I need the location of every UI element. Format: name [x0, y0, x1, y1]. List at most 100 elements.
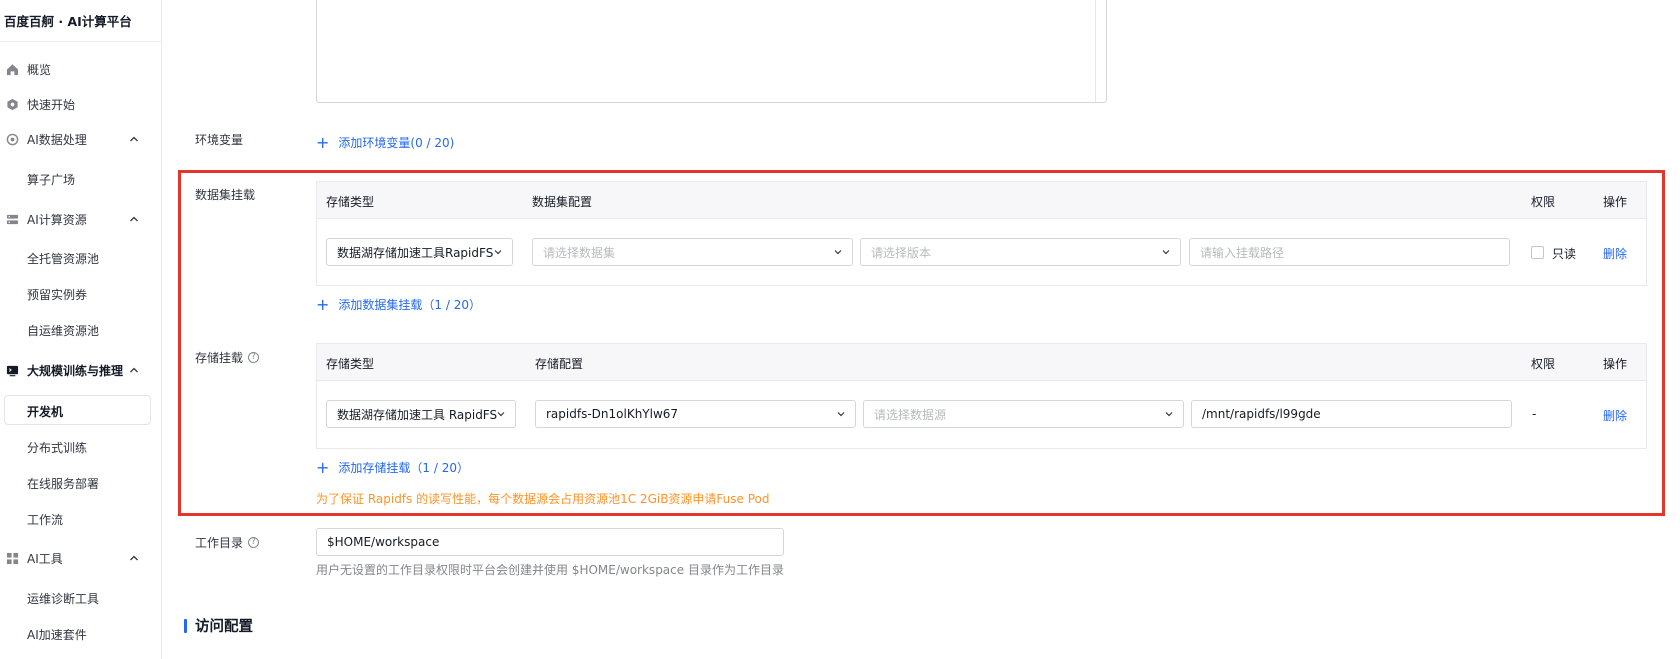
sidebar-item-label: 开发机: [27, 405, 64, 419]
terminal-icon: [5, 363, 19, 377]
chevron-up-icon: [130, 555, 138, 561]
add-storage-mount-label: 添加存储挂载（1 / 20）: [338, 461, 469, 475]
sidebar-group-ai-tools[interactable]: AI工具: [0, 543, 162, 573]
sidebar-group-ai-data[interactable]: AI数据处理: [0, 124, 162, 154]
sidebar-item-overview[interactable]: 概览: [0, 54, 162, 84]
app-title: 百度百舸 · AI计算平台: [4, 14, 132, 29]
sidebar-item-managed-pool[interactable]: 全托管资源池: [0, 243, 162, 273]
column-header: 操作: [1603, 195, 1628, 209]
section-marker: [184, 618, 187, 633]
sidebar-group-large-scale[interactable]: 大规模训练与推理: [0, 355, 162, 385]
delete-storage-button[interactable]: 删除: [1603, 407, 1627, 424]
add-env-label: 添加环境变量(0 / 20): [338, 136, 455, 150]
version-select[interactable]: 请选择版本: [860, 238, 1181, 266]
sidebar-item-label: 快速开始: [27, 98, 76, 112]
input-value: /mnt/rapidfs/l99gde: [1202, 407, 1321, 421]
column-header: 存储类型: [326, 195, 375, 209]
workdir-hint: 用户无设置的工作目录权限时平台会创建并使用 $HOME/workspace 目录…: [316, 563, 784, 577]
sidebar-item-label: 运维诊断工具: [27, 592, 100, 606]
storage-mount-label: 存储挂载 ?: [195, 349, 260, 366]
sidebar-item-label: 预留实例券: [27, 288, 88, 302]
command-textarea[interactable]: [316, 0, 1107, 103]
sidebar-item-label: 工作流: [27, 513, 64, 527]
sidebar-item-label: 算子广场: [27, 173, 76, 187]
rocket-icon: [5, 97, 19, 111]
rapidfs-warning: 为了保证 Rapidfs 的读写性能，每个数据源会占用资源池1C 2GiB资源申…: [316, 492, 770, 506]
add-storage-mount-button[interactable]: + 添加存储挂载（1 / 20）: [316, 459, 469, 476]
access-config-section: 访问配置: [184, 615, 253, 636]
column-header: 数据集配置: [532, 195, 593, 209]
storage-mount-table: 存储类型 存储配置 权限 操作 数据湖存储加速工具 RapidFS rapidf…: [316, 343, 1647, 449]
data-source-select[interactable]: 请选择数据源: [863, 400, 1184, 428]
chevron-down-icon: [1165, 412, 1173, 417]
column-header: 存储配置: [535, 357, 584, 371]
select-placeholder: 请选择版本: [871, 245, 932, 260]
divider: [0, 41, 162, 42]
sidebar-item-reserved-voucher[interactable]: 预留实例券: [0, 279, 162, 309]
input-value: $HOME/workspace: [327, 535, 440, 549]
add-dataset-mount-label: 添加数据集挂载（1 / 20）: [338, 298, 481, 312]
sidebar-item-label: 自运维资源池: [27, 324, 100, 338]
textarea-scrollbar[interactable]: [1095, 0, 1096, 102]
sidebar-item-quickstart[interactable]: 快速开始: [0, 89, 162, 119]
input-placeholder: 请输入挂载路径: [1200, 245, 1285, 260]
workdir-input[interactable]: $HOME/workspace: [316, 528, 784, 556]
dataset-mount-table: 存储类型 数据集配置 权限 操作 数据湖存储加速工具RapidFS 请选择数据集…: [316, 181, 1647, 286]
dataset-select[interactable]: 请选择数据集: [532, 238, 853, 266]
chevron-up-icon: [130, 367, 138, 373]
chevron-up-icon: [130, 216, 138, 222]
column-header: 操作: [1603, 357, 1628, 371]
select-value: rapidfs-Dn1olKhYlw67: [546, 407, 679, 421]
sidebar-item-self-managed-pool[interactable]: 自运维资源池: [0, 315, 162, 345]
sidebar-item-workflow[interactable]: 工作流: [0, 504, 162, 534]
sidebar-item-operator-square[interactable]: 算子广场: [0, 164, 162, 194]
plus-icon: +: [316, 457, 330, 477]
storage-instance-select[interactable]: rapidfs-Dn1olKhYlw67: [535, 400, 856, 428]
section-title: 访问配置: [195, 619, 253, 635]
storage-type-select[interactable]: 数据湖存储加速工具 RapidFS: [326, 400, 516, 428]
sidebar: 百度百舸 · AI计算平台 概览 快速开始 AI数据处理 算子广场 AI计算资源…: [0, 0, 162, 659]
storage-type-select[interactable]: 数据湖存储加速工具RapidFS: [326, 238, 513, 266]
sidebar-item-ops-diagnosis[interactable]: 运维诊断工具: [0, 583, 162, 613]
help-icon[interactable]: ?: [248, 537, 260, 548]
sidebar-item-label: AI工具: [27, 552, 63, 566]
storage-mount-path-input[interactable]: /mnt/rapidfs/l99gde: [1191, 400, 1512, 428]
sidebar-item-label: AI加速套件: [27, 628, 87, 642]
home-icon: [5, 62, 19, 76]
sidebar-item-label: 全托管资源池: [27, 252, 100, 266]
plus-icon: +: [316, 132, 330, 152]
dataset-mount-label: 数据集挂载: [195, 188, 256, 202]
chevron-down-icon: [1162, 250, 1170, 255]
sidebar-item-label: 分布式训练: [27, 441, 88, 455]
sidebar-item-ai-accel[interactable]: AI加速套件: [0, 619, 162, 649]
mount-path-input[interactable]: 请输入挂载路径: [1189, 238, 1510, 266]
help-icon[interactable]: ?: [248, 352, 260, 363]
add-env-button[interactable]: + 添加环境变量(0 / 20): [316, 134, 454, 151]
readonly-checkbox[interactable]: [1531, 246, 1544, 259]
chevron-down-icon: [837, 412, 845, 417]
column-header: 存储类型: [326, 357, 375, 371]
select-value: 数据湖存储加速工具 RapidFS: [337, 407, 498, 422]
sidebar-item-label: AI计算资源: [27, 213, 87, 227]
permission-value: -: [1532, 407, 1537, 421]
data-process-icon: [5, 132, 19, 146]
chevron-down-icon: [834, 250, 842, 255]
select-placeholder: 请选择数据源: [874, 407, 947, 422]
table-header: 存储类型 数据集配置 权限 操作: [317, 182, 1646, 219]
storage-mount-label-text: 存储挂载: [195, 351, 244, 365]
sidebar-item-label: 大规模训练与推理: [27, 364, 124, 378]
delete-dataset-button[interactable]: 删除: [1603, 245, 1627, 262]
server-icon: [5, 212, 19, 226]
env-label: 环境变量: [195, 133, 244, 147]
column-header: 权限: [1531, 195, 1556, 209]
sidebar-item-distributed-training[interactable]: 分布式训练: [0, 432, 162, 462]
chevron-down-icon: [497, 412, 505, 417]
add-dataset-mount-button[interactable]: + 添加数据集挂载（1 / 20）: [316, 296, 481, 313]
sidebar-item-online-serving[interactable]: 在线服务部署: [0, 468, 162, 498]
sidebar-item-dev-machine[interactable]: 开发机: [4, 395, 151, 425]
sidebar-item-label: 在线服务部署: [27, 477, 100, 491]
sidebar-group-ai-compute[interactable]: AI计算资源: [0, 204, 162, 234]
column-header: 权限: [1531, 357, 1556, 371]
sidebar-item-label: 概览: [27, 63, 52, 77]
table-header: 存储类型 存储配置 权限 操作: [317, 344, 1646, 381]
